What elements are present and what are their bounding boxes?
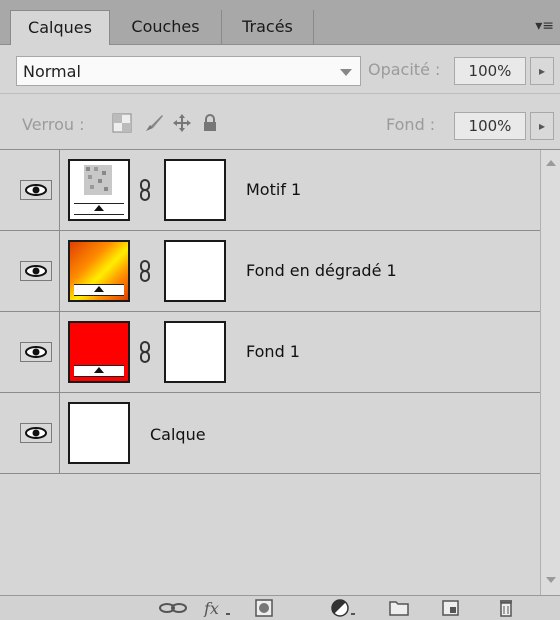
lock-label: Verrou : xyxy=(22,115,85,134)
lock-position-icon[interactable] xyxy=(172,113,192,133)
chevron-down-icon xyxy=(340,69,352,76)
link-chain-icon[interactable] xyxy=(138,341,152,363)
fill-layer-badge-icon xyxy=(74,365,124,377)
lock-transparent-pixels-icon[interactable] xyxy=(112,113,132,133)
layers-list: Motif 1 Fond en dégradé 1 Fond 1 Calque xyxy=(0,150,540,595)
new-group-icon[interactable] xyxy=(388,599,410,617)
fx-icon[interactable]: fx xyxy=(202,599,232,617)
layer-thumbnail-pattern xyxy=(68,159,130,221)
opacity-slider-arrow-icon[interactable]: ▸ xyxy=(530,57,554,85)
panel-menu-icon[interactable]: ▾≡ xyxy=(535,18,554,34)
link-layers-icon[interactable] xyxy=(158,599,188,617)
layer-row-motif-1[interactable]: Motif 1 xyxy=(0,150,540,231)
visibility-cell xyxy=(14,393,60,473)
link-chain-icon[interactable] xyxy=(138,260,152,282)
fill-layer-badge-icon xyxy=(74,284,124,296)
layer-mask-thumbnail[interactable] xyxy=(164,240,226,302)
layers-toolbar: fx xyxy=(0,595,560,620)
scroll-up-icon[interactable] xyxy=(546,160,556,166)
blend-mode-value: Normal xyxy=(23,62,81,81)
tab-bar: Calques Couches Tracés ▾≡ xyxy=(0,0,560,45)
layer-name[interactable]: Fond 1 xyxy=(246,342,300,361)
visibility-cell xyxy=(14,312,60,392)
layer-name[interactable]: Fond en dégradé 1 xyxy=(246,261,397,280)
eye-icon[interactable] xyxy=(20,261,52,281)
fill-layer-badge-icon xyxy=(74,203,124,215)
layer-mask-thumbnail[interactable] xyxy=(164,321,226,383)
adjustment-layer-icon[interactable] xyxy=(330,599,360,617)
layer-name[interactable]: Motif 1 xyxy=(246,180,301,199)
fill-input[interactable]: 100% xyxy=(454,112,526,140)
lock-row: Verrou : Fond : 100% ▸ xyxy=(0,101,560,150)
svg-text:fx: fx xyxy=(203,599,219,617)
layer-thumbnail xyxy=(68,402,130,464)
eye-icon[interactable] xyxy=(20,180,52,200)
layer-thumbnail-gradient xyxy=(68,240,130,302)
layers-empty-area xyxy=(0,474,540,595)
layers-panel: Calques Couches Tracés ▾≡ Normal Opacité… xyxy=(0,0,560,620)
new-layer-icon[interactable] xyxy=(440,599,462,617)
lock-image-pixels-icon[interactable] xyxy=(144,113,164,133)
fill-slider-arrow-icon[interactable]: ▸ xyxy=(530,112,554,140)
layer-mask-thumbnail[interactable] xyxy=(164,159,226,221)
lock-all-icon[interactable] xyxy=(200,113,220,133)
opacity-input[interactable]: 100% xyxy=(454,57,526,85)
layer-row-calque[interactable]: Calque xyxy=(0,393,540,474)
eye-icon[interactable] xyxy=(20,342,52,362)
add-mask-icon[interactable] xyxy=(254,599,276,617)
visibility-cell xyxy=(14,231,60,311)
trash-icon[interactable] xyxy=(496,599,516,617)
layer-thumbnail-solid-color xyxy=(68,321,130,383)
scroll-down-icon[interactable] xyxy=(546,577,556,583)
blend-row: Normal Opacité : 100% ▸ xyxy=(0,45,560,94)
tab-calques[interactable]: Calques xyxy=(10,10,110,45)
layer-row-fond-1[interactable]: Fond 1 xyxy=(0,312,540,393)
tab-traces[interactable]: Tracés xyxy=(222,10,314,44)
layer-name[interactable]: Calque xyxy=(150,425,206,444)
layer-row-fond-en-degrade-1[interactable]: Fond en dégradé 1 xyxy=(0,231,540,312)
eye-icon[interactable] xyxy=(20,423,52,443)
visibility-cell xyxy=(14,150,60,230)
tab-couches[interactable]: Couches xyxy=(110,10,222,44)
layers-scrollbar[interactable] xyxy=(540,150,560,595)
fill-label: Fond : xyxy=(386,115,436,134)
link-chain-icon[interactable] xyxy=(138,179,152,201)
opacity-label: Opacité : xyxy=(368,60,441,79)
blend-mode-select[interactable]: Normal xyxy=(16,56,361,86)
